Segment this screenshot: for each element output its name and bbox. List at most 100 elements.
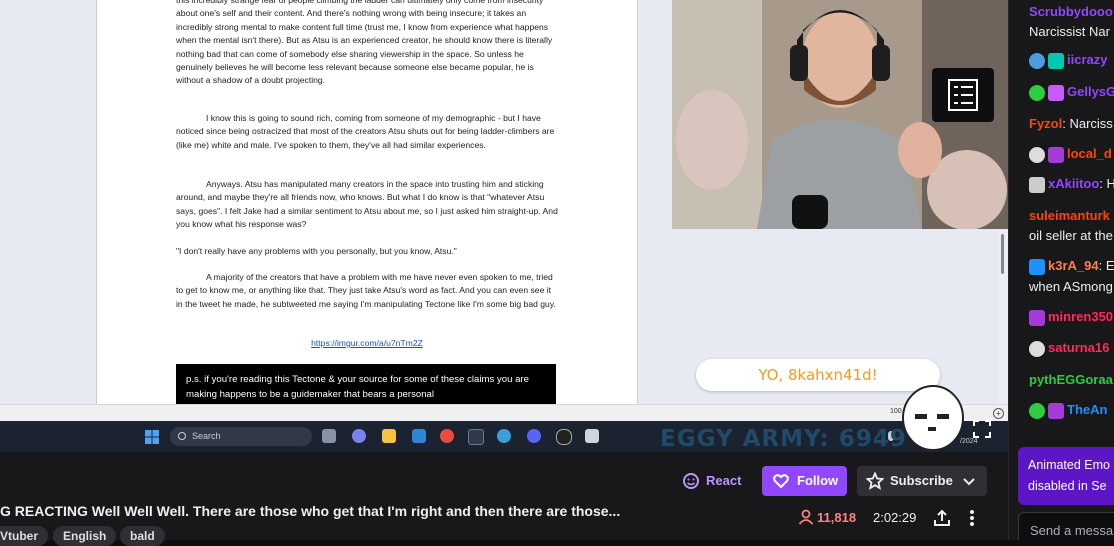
tag-vtuber[interactable]: Vtuber <box>0 526 49 546</box>
crown-badge-icon <box>1029 258 1045 275</box>
zoom-in-icon[interactable]: + <box>993 408 1004 419</box>
chat-text: Narcissist Nar <box>1029 24 1110 39</box>
doc-imgur-link[interactable]: https://imgur.com/a/u7nTm2Z <box>176 338 558 348</box>
checklist-icon <box>932 68 994 122</box>
tag-bald[interactable]: bald <box>120 526 165 546</box>
chat-message: GellysG <box>1029 84 1114 101</box>
discord-icon[interactable] <box>527 429 541 443</box>
doc-paragraph-5: A majority of the creators that have a p… <box>176 272 556 309</box>
egg-badge-icon <box>1029 176 1045 193</box>
chat-message: pythEGGoraa <box>1029 372 1113 387</box>
document-vertical-scrollbar[interactable] <box>998 230 1008 404</box>
chat-message: minren350 <box>1029 309 1113 326</box>
chat-text: : Narciss <box>1062 116 1113 131</box>
chat-text: : E <box>1098 258 1114 273</box>
follow-label: Follow <box>797 473 839 488</box>
chat-username[interactable]: Scrubbydooo <box>1029 4 1113 19</box>
egg-mascot-icon <box>902 385 964 450</box>
chat-message: oil seller at the <box>1029 228 1113 243</box>
doc-paragraph-4: "I don't really have any problems with y… <box>176 246 457 256</box>
chat-message: Scrubbydooo <box>1029 4 1113 19</box>
react-label: React <box>706 473 742 488</box>
chat-message: xAkiitoo: H <box>1029 176 1114 193</box>
chat-text: when ASmong <box>1029 279 1113 294</box>
year-badge-icon <box>1048 146 1064 163</box>
taskbar-search[interactable]: Search <box>170 427 312 446</box>
doc-paragraph-1: this incredibly strange fear of people c… <box>176 0 553 86</box>
scrollbar-thumb[interactable] <box>1001 234 1004 274</box>
follow-button[interactable]: Follow <box>762 466 847 496</box>
notepad-icon[interactable] <box>585 429 599 443</box>
windows-start-icon[interactable] <box>145 430 159 444</box>
egg-badge-icon <box>1029 84 1045 101</box>
chat-username[interactable]: pythEGGoraa <box>1029 372 1113 387</box>
emote-badge-icon <box>1029 52 1045 69</box>
egg-badge-icon <box>1029 340 1045 357</box>
tag-english[interactable]: English <box>53 526 117 546</box>
chat-username[interactable]: Fyzol <box>1029 116 1062 131</box>
chat-username[interactable]: GellysG <box>1067 84 1114 99</box>
file-explorer-icon[interactable] <box>382 429 396 443</box>
chat-message-input[interactable] <box>1028 522 1114 539</box>
terminal-icon[interactable] <box>468 429 484 445</box>
emoji-react-icon <box>683 473 699 489</box>
document-page: this incredibly strange fear of people c… <box>96 0 638 404</box>
chat-username[interactable]: k3rA_94 <box>1048 258 1099 273</box>
task-view-icon[interactable] <box>322 429 336 443</box>
subscribe-label: Subscribe <box>890 473 953 488</box>
chat-username[interactable]: TheAn <box>1067 402 1107 417</box>
chat-message: k3rA_94: E <box>1029 258 1114 275</box>
gift-badge-icon <box>1048 52 1064 69</box>
subscriber-badge-icon <box>1048 84 1064 101</box>
egg-badge-icon <box>1029 402 1045 419</box>
chat-notice-text: Animated Emo disabled in Se <box>1028 458 1110 493</box>
chat-message: iicrazy <box>1029 52 1107 69</box>
chat-message: Narcissist Nar <box>1029 24 1110 39</box>
chrome-icon[interactable] <box>440 429 454 443</box>
stream-uptime: 2:02:29 <box>873 510 917 525</box>
edge-icon[interactable] <box>497 429 511 443</box>
heart-icon <box>773 474 789 489</box>
chat-message: when ASmong <box>1029 279 1113 294</box>
chat-text: : H <box>1099 176 1114 191</box>
year-badge-icon <box>1048 402 1064 419</box>
chat-message: local_d <box>1029 146 1112 163</box>
eggy-army-counter: EGGY ARMY: 6949 <box>660 426 907 452</box>
chat-input-box[interactable] <box>1018 512 1114 540</box>
chat-username[interactable]: suleimanturk <box>1029 208 1110 223</box>
chat-message: TheAn <box>1029 402 1107 419</box>
star-icon <box>866 472 884 490</box>
share-icon[interactable] <box>933 509 951 527</box>
subscribe-button[interactable]: Subscribe <box>857 466 987 496</box>
doc-paragraph-2: I know this is going to sound rich, comi… <box>176 113 555 150</box>
store-icon[interactable] <box>412 429 426 443</box>
more-options-icon[interactable] <box>969 509 975 527</box>
chat-message: saturna16 <box>1029 340 1109 357</box>
egg-badge-icon <box>1029 146 1045 163</box>
doc-ps-box: p.s. if you're reading this Tectone & yo… <box>176 364 556 404</box>
person-icon <box>798 509 814 525</box>
chat-panel: Scrubbydooo Narcissist Nar iicrazy Gelly… <box>1008 0 1114 540</box>
chat-app-icon[interactable] <box>352 429 366 443</box>
viewer-count-value: 11,818 <box>817 510 857 525</box>
doc-ps-text: p.s. if you're reading this Tectone & yo… <box>186 374 529 400</box>
chat-username[interactable]: saturna16 <box>1048 340 1109 355</box>
chat-message: Fyzol: Narciss <box>1029 116 1113 131</box>
chat-username[interactable]: local_d <box>1067 146 1112 161</box>
chat-emote-notice: Animated Emo disabled in Se <box>1018 447 1114 505</box>
zoom-level: 100 <box>890 408 902 415</box>
chat-username[interactable]: iicrazy <box>1067 52 1107 67</box>
chevron-down-icon <box>963 478 975 486</box>
chat-username[interactable]: xAkiitoo <box>1048 176 1099 191</box>
obs-icon[interactable] <box>556 429 572 445</box>
search-icon <box>178 432 186 440</box>
doc-paragraph-3: Anyways. Atsu has manipulated many creat… <box>176 179 558 230</box>
fullscreen-icon[interactable] <box>972 419 992 439</box>
chat-text: oil seller at the <box>1029 228 1113 243</box>
stream-video[interactable]: this incredibly strange fear of people c… <box>0 0 1008 452</box>
stream-title: G REACTING Well Well Well. There are tho… <box>0 503 621 519</box>
year-badge-icon <box>1029 309 1045 326</box>
chat-message: suleimanturk <box>1029 208 1110 223</box>
chat-username[interactable]: minren350 <box>1048 309 1113 324</box>
viewer-status-bar: 100 + <box>0 404 1008 421</box>
